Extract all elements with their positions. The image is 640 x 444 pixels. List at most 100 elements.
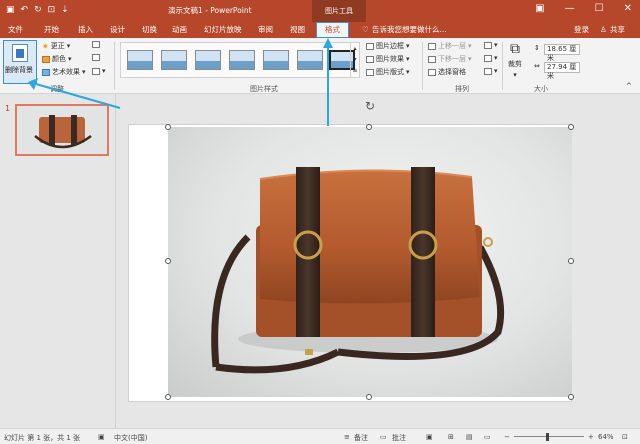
more-icon[interactable]: ⇣	[61, 4, 69, 16]
resize-handle[interactable]	[366, 124, 372, 130]
gallery-scroll-buttons[interactable]: ▴ ▾ ≡	[350, 43, 359, 77]
slide-thumbnail[interactable]	[15, 104, 109, 156]
window-title: 演示文稿1 - PowerPoint	[168, 6, 252, 15]
picture-style-5[interactable]	[263, 50, 289, 70]
ribbon: 删除背景 ✷ 更正 ▾ 颜色 ▾ 艺术效果 ▾ ▾ 调整 ▴ ▾ ≡ 图片边框 ▾ 图片效果…	[0, 38, 640, 94]
align-icon[interactable]: ▾	[484, 41, 498, 49]
comments-button[interactable]: 批注	[392, 433, 406, 443]
tab-file[interactable]: 文件	[8, 24, 23, 36]
corrections-button[interactable]: ✷ 更正 ▾	[42, 41, 70, 51]
picture-style-3[interactable]	[195, 50, 221, 70]
signin-link[interactable]: 登录	[574, 24, 589, 36]
maximize-button[interactable]: ☐	[595, 3, 604, 14]
resize-handle[interactable]	[165, 258, 171, 264]
picture-tools-label: 图片工具	[312, 0, 366, 22]
redo-icon[interactable]: ↻	[34, 4, 42, 16]
tab-slideshow[interactable]: 幻灯片放映	[204, 24, 242, 36]
change-picture-icon[interactable]	[92, 54, 100, 61]
crop-button[interactable]: ⧉ 裁剪 ▾	[508, 41, 522, 79]
send-backward-icon	[428, 55, 436, 63]
tab-home[interactable]: 开始	[44, 24, 59, 36]
picture-style-4[interactable]	[229, 50, 255, 70]
picture-style-2[interactable]	[161, 50, 187, 70]
reading-view-icon[interactable]: ▤	[466, 433, 473, 441]
zoom-slider-thumb[interactable]	[546, 433, 549, 441]
width-icon: ⇔	[534, 62, 540, 70]
height-icon: ⇕	[534, 44, 540, 52]
slide-sorter-icon[interactable]: ⊞	[448, 433, 454, 441]
share-icon[interactable]: ♙	[600, 24, 607, 36]
color-icon	[42, 55, 50, 63]
height-field[interactable]: 18.65 厘米	[544, 44, 580, 62]
zoom-out-button[interactable]: −	[504, 433, 510, 441]
color-button[interactable]: 颜色 ▾	[42, 54, 72, 64]
reset-picture-icon[interactable]: ▾	[92, 67, 106, 75]
collapse-ribbon-icon[interactable]: ^	[626, 82, 632, 90]
notes-icon: ≡	[344, 433, 350, 441]
sun-icon: ✷	[42, 41, 49, 51]
language-status[interactable]: 中文(中国)	[114, 433, 147, 443]
slide-number: 1	[5, 104, 11, 113]
slide-count-status: 幻灯片 第 1 张，共 1 张	[4, 434, 81, 442]
undo-icon[interactable]: ↶	[21, 4, 29, 16]
resize-handle[interactable]	[165, 124, 171, 130]
picture-effects-button[interactable]: 图片效果 ▾	[366, 54, 410, 64]
picture-style-1[interactable]	[127, 50, 153, 70]
picture-style-6[interactable]	[297, 50, 323, 70]
tab-view[interactable]: 视图	[290, 24, 305, 36]
picture-border-icon	[366, 42, 374, 50]
tab-format[interactable]: 格式	[316, 22, 349, 38]
tab-review[interactable]: 审阅	[258, 24, 273, 36]
group-icon[interactable]: ▾	[484, 54, 498, 62]
resize-handle[interactable]	[568, 394, 574, 400]
rotate-handle-icon[interactable]: ↻	[365, 99, 375, 113]
leather-bag-image	[211, 167, 505, 374]
ribbon-display-options-icon[interactable]: ▣	[535, 3, 544, 14]
tell-me-icon[interactable]: ♡	[362, 24, 369, 36]
picture-border-button[interactable]: 图片边框 ▾	[366, 41, 410, 51]
notes-button[interactable]: 备注	[354, 433, 368, 443]
window-controls: ▣ — ☐ ✕	[535, 3, 632, 14]
ribbon-tabs: 文件 开始 插入 设计 切换 动画 幻灯片放映 审阅 视图 格式 ♡ 告诉我您想…	[0, 22, 640, 38]
zoom-slider[interactable]	[514, 436, 584, 437]
rotate-icon[interactable]: ▾	[484, 67, 498, 75]
close-button[interactable]: ✕	[624, 3, 632, 14]
remove-background-button[interactable]: 删除背景	[3, 40, 37, 84]
tab-transitions[interactable]: 切换	[142, 24, 157, 36]
send-backward-button[interactable]: 下移一层 ▾	[428, 54, 472, 64]
tab-animations[interactable]: 动画	[172, 24, 187, 36]
selection-pane-icon	[428, 68, 436, 76]
picture-styles-gallery: ▴ ▾ ≡	[120, 42, 360, 78]
zoom-level[interactable]: 64%	[598, 433, 614, 441]
slideshow-icon[interactable]: ▭	[484, 433, 491, 441]
picture-effects-icon	[366, 55, 374, 63]
resize-handle[interactable]	[568, 258, 574, 264]
resize-handle[interactable]	[568, 124, 574, 130]
resize-handle[interactable]	[366, 394, 372, 400]
status-bar: 幻灯片 第 1 张，共 1 张 ▣ 中文(中国) ≡ 备注 ▭ 批注 ▣ ⊞ ▤…	[0, 428, 640, 444]
normal-view-icon[interactable]: ▣	[426, 433, 433, 441]
bag-picture[interactable]	[168, 127, 572, 397]
artistic-effects-button[interactable]: 艺术效果 ▾	[42, 67, 86, 77]
title-bar: ▣ ↶ ↻ ⊡ ⇣ 演示文稿1 - PowerPoint 图片工具 ▣ — ☐ …	[0, 0, 640, 22]
minimize-button[interactable]: —	[565, 3, 575, 14]
compress-pictures-icon[interactable]	[92, 41, 100, 48]
share-button[interactable]: 共享	[610, 24, 625, 36]
width-field[interactable]: 27.94 厘米	[544, 62, 580, 80]
resize-handle[interactable]	[165, 394, 171, 400]
picture-layout-button[interactable]: 图片版式 ▾	[366, 67, 410, 77]
spellcheck-icon[interactable]: ▣	[98, 433, 105, 441]
thumbnail-bag-image	[17, 106, 107, 154]
fit-slide-icon[interactable]: ⊡	[622, 433, 628, 441]
present-icon[interactable]: ⊡	[48, 4, 56, 16]
selection-pane-button[interactable]: 选择窗格	[428, 67, 466, 77]
bring-forward-button[interactable]: 上移一层 ▾	[428, 41, 472, 51]
tell-me-search[interactable]: 告诉我您想要做什么...	[372, 24, 447, 36]
tab-design[interactable]: 设计	[110, 24, 125, 36]
tab-insert[interactable]: 插入	[78, 24, 93, 36]
save-icon[interactable]: ▣	[6, 4, 15, 16]
artistic-effects-icon	[42, 68, 50, 76]
remove-background-icon	[12, 44, 28, 62]
comments-icon: ▭	[380, 433, 387, 441]
zoom-in-button[interactable]: +	[588, 433, 594, 441]
